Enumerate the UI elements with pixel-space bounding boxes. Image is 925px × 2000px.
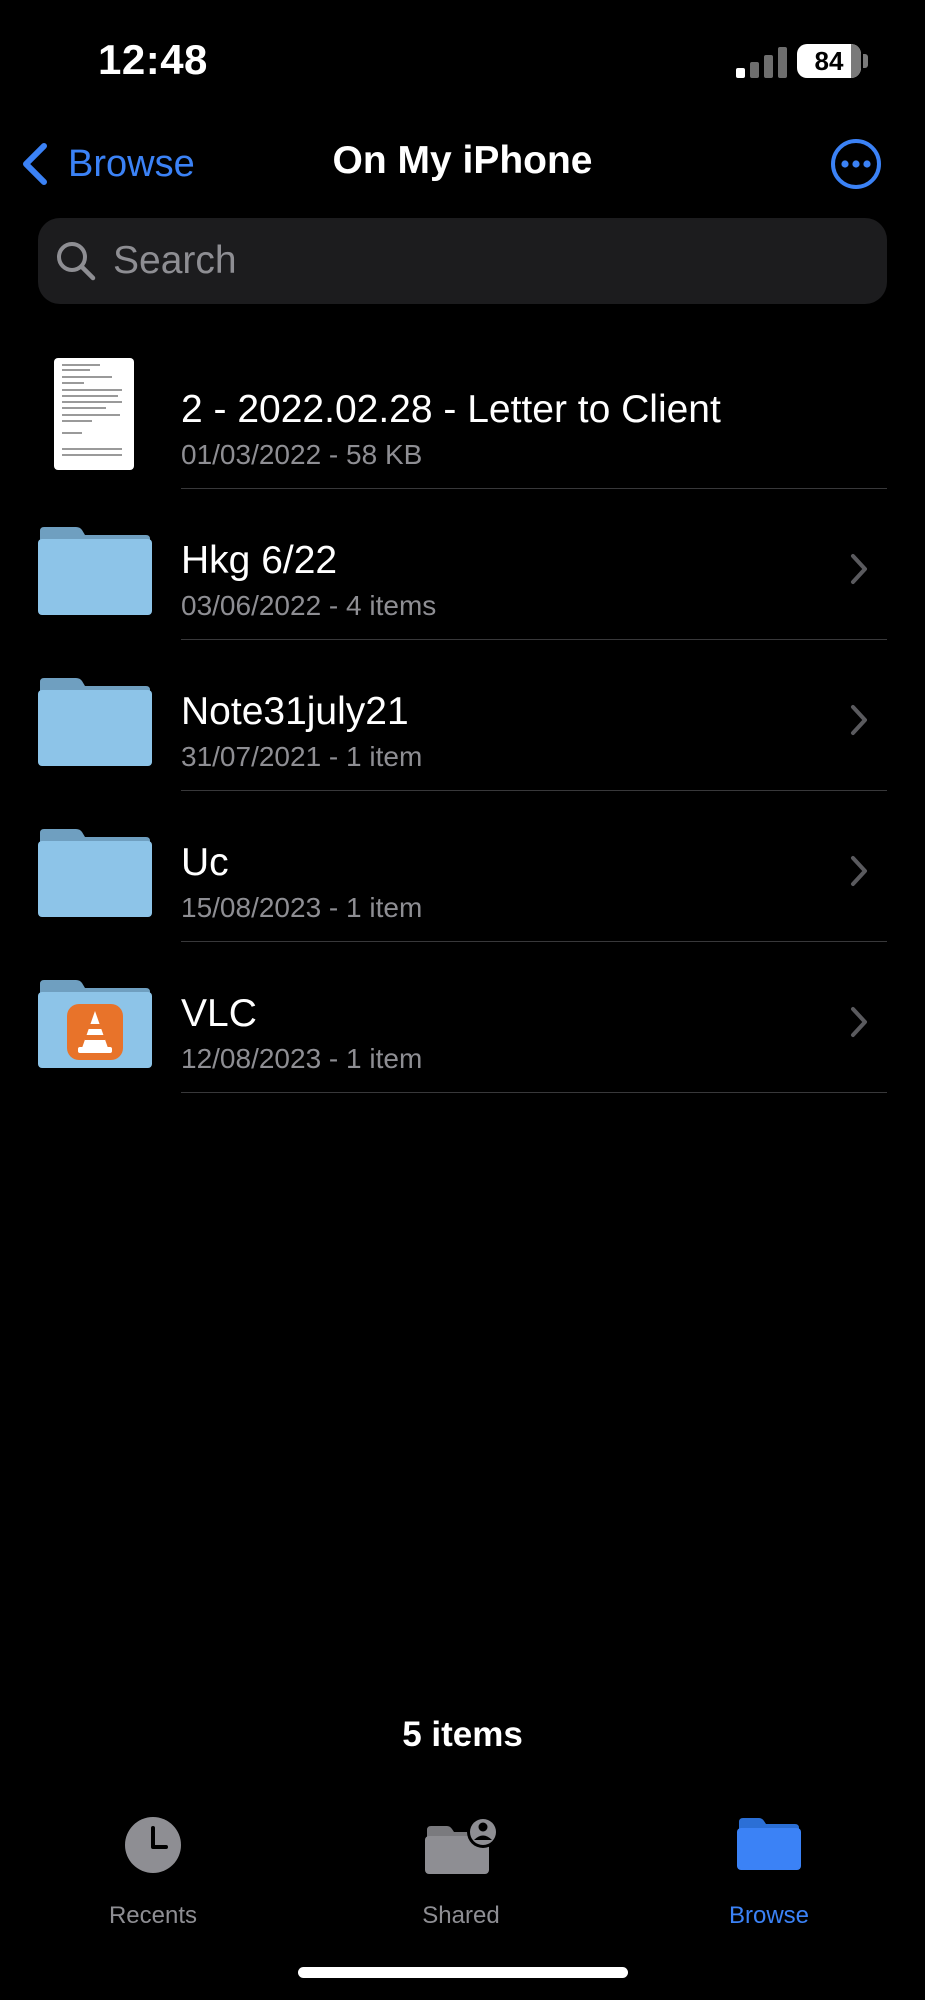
- chevron-right-icon: [851, 856, 867, 886]
- folder-meta: 03/06/2022 - 4 items: [181, 590, 437, 621]
- cellular-signal-icon: [736, 46, 788, 78]
- tab-label: Shared: [422, 1902, 500, 1929]
- document-thumbnail-icon: [54, 358, 134, 470]
- folder-meta: 15/08/2023 - 1 item: [181, 892, 423, 923]
- folder-name: Hkg 6/22: [181, 539, 338, 582]
- row-divider: [181, 1092, 887, 1093]
- clock-icon: [125, 1817, 181, 1873]
- folder-name: Uc: [181, 841, 229, 884]
- tab-label: Browse: [728, 1902, 810, 1929]
- status-time: 12:48: [98, 36, 208, 83]
- item-count: 5 items: [402, 1715, 523, 1754]
- battery-cap: [863, 54, 868, 68]
- shared-folder-icon: [425, 1816, 499, 1874]
- search-input[interactable]: [111, 238, 815, 284]
- chevron-right-icon: [851, 1007, 867, 1037]
- file-name: 2 - 2022.02.28 - Letter to Client: [181, 388, 721, 431]
- folder-icon: [737, 1818, 801, 1870]
- folder-icon: [38, 678, 152, 766]
- folder-meta: 12/08/2023 - 1 item: [181, 1043, 423, 1074]
- ellipsis-circle-icon: [831, 139, 881, 189]
- battery-level: 84: [814, 45, 844, 76]
- chevron-right-icon: [851, 705, 867, 735]
- search-bar[interactable]: [38, 218, 887, 304]
- battery-icon: 84: [797, 44, 861, 78]
- vlc-folder-icon: [38, 980, 152, 1068]
- file-row-letter-to-client[interactable]: 2 - 2022.02.28 - Letter to Client 01/03/…: [0, 338, 925, 489]
- folder-row-vlc[interactable]: VLC 12/08/2023 - 1 item: [0, 942, 925, 1093]
- folder-row-hkg[interactable]: Hkg 6/22 03/06/2022 - 4 items: [0, 489, 925, 640]
- home-indicator[interactable]: [298, 1967, 628, 1978]
- folder-icon: [38, 829, 152, 917]
- file-meta: 01/03/2022 - 58 KB: [181, 439, 423, 470]
- folder-row-uc[interactable]: Uc 15/08/2023 - 1 item: [0, 791, 925, 942]
- tab-shared[interactable]: Shared: [361, 1816, 561, 1929]
- more-options-button[interactable]: [830, 138, 882, 190]
- folder-meta: 31/07/2021 - 1 item: [181, 741, 423, 772]
- tab-label: Recents: [108, 1902, 198, 1929]
- tab-recents[interactable]: Recents: [53, 1816, 253, 1929]
- folder-row-note31july21[interactable]: Note31july21 31/07/2021 - 1 item: [0, 640, 925, 791]
- folder-name: VLC: [181, 992, 257, 1035]
- search-icon: [57, 242, 96, 281]
- page-title: On My iPhone: [332, 139, 593, 182]
- chevron-right-icon: [851, 554, 867, 584]
- folder-icon: [38, 527, 152, 615]
- tab-browse[interactable]: Browse: [669, 1816, 869, 1929]
- folder-name: Note31july21: [181, 690, 409, 733]
